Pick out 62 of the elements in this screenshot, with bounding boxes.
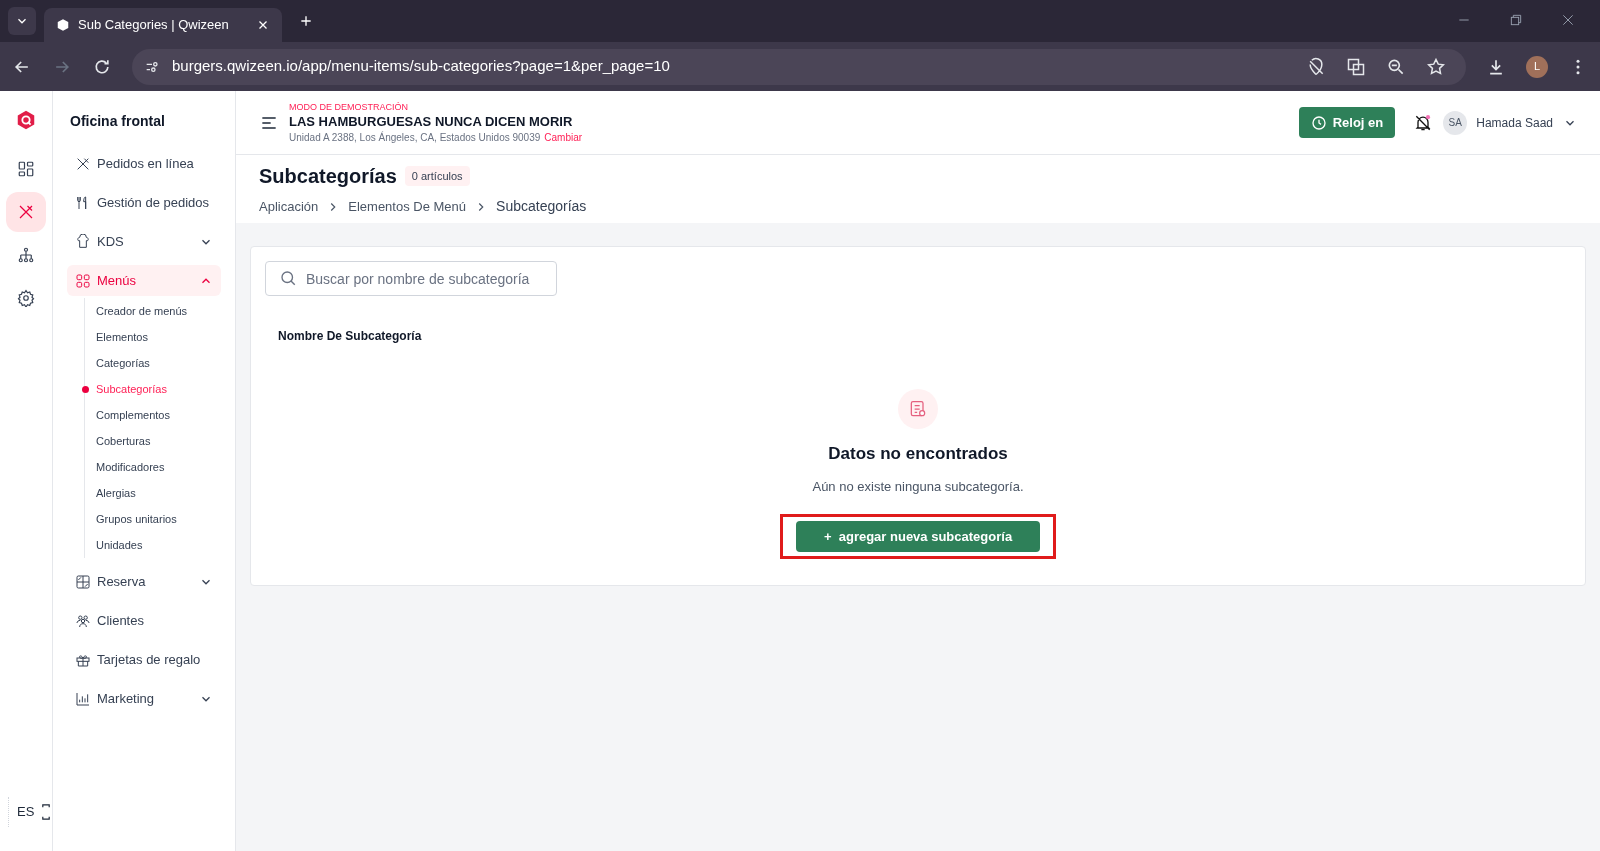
demo-mode-label: MODO DE DEMOSTRACIÓN xyxy=(289,100,409,113)
breadcrumb-link[interactable]: Elementos De Menú xyxy=(348,196,467,217)
sidebar-item[interactable]: Marketing xyxy=(67,683,221,714)
empty-state-message: Aún no existe ninguna subcategoría. xyxy=(812,477,1024,496)
breadcrumb-link[interactable]: Aplicación xyxy=(259,196,319,217)
submenu-item[interactable]: Coberturas xyxy=(96,432,151,450)
item-count-badge: 0 artículos xyxy=(404,165,470,187)
sidebar-item[interactable]: KDS xyxy=(67,226,221,257)
user-name[interactable]: Hamada Saad xyxy=(1476,113,1553,132)
sidebar-title: Oficina frontal xyxy=(69,112,166,131)
add-subcategory-button[interactable]: + agregar nueva subcategoría xyxy=(796,521,1040,552)
language-switcher[interactable]: ES xyxy=(8,797,53,827)
submenu-item[interactable]: Subcategorías xyxy=(96,380,167,398)
submenu-item[interactable]: Alergias xyxy=(96,484,136,502)
restaurant-name: LAS HAMBURGUESAS NUNCA DICEN MORIR xyxy=(289,112,574,131)
sidebar-item[interactable]: Tarjetas de regalo xyxy=(67,644,221,675)
search-icon xyxy=(279,269,297,287)
sidebar-item[interactable]: Menús xyxy=(67,265,221,296)
empty-state-title: Datos no encontrados xyxy=(828,443,1008,465)
empty-list-icon xyxy=(898,389,938,429)
clock-in-button[interactable]: Reloj en xyxy=(1298,107,1396,138)
submenu-item[interactable]: Modificadores xyxy=(96,458,165,476)
table-icon xyxy=(75,573,91,590)
tab-search-button[interactable] xyxy=(8,7,36,35)
submenu-item[interactable]: Grupos unitarios xyxy=(96,510,177,528)
restaurant-address: Unidad A 2388, Los Ángeles, CA, Estados Unidos 90039 xyxy=(289,130,541,145)
page-title: Subcategorías xyxy=(259,164,397,189)
column-header: Nombre De Subcategoría xyxy=(278,328,422,345)
submenu-item[interactable]: Elementos xyxy=(96,328,148,346)
user-avatar[interactable]: SA xyxy=(1443,110,1468,135)
sidebar-item[interactable]: Pedidos en línea xyxy=(67,148,221,179)
submenu-item[interactable]: Unidades xyxy=(96,536,143,554)
utensils-icon xyxy=(75,155,91,172)
submenu-item[interactable]: Creador de menús xyxy=(96,302,188,320)
change-link[interactable]: Cambiar xyxy=(544,130,583,145)
grid-icon xyxy=(75,272,91,289)
app-logo[interactable] xyxy=(15,109,37,131)
profile-avatar[interactable]: L xyxy=(1526,55,1548,78)
sidebar-item[interactable]: Gestión de pedidos xyxy=(67,187,221,218)
bar-chart-icon xyxy=(75,690,91,707)
submenu-item[interactable]: Categorías xyxy=(96,354,150,372)
utensils-icon xyxy=(17,203,35,221)
site-favicon xyxy=(56,18,70,32)
sidebar-item[interactable]: Reserva xyxy=(67,566,221,597)
settings-icon xyxy=(17,289,35,307)
translate-icon[interactable] xyxy=(1346,56,1366,77)
sitemap-icon xyxy=(17,246,35,264)
browser-tab[interactable]: Sub Categories | Qwizeen xyxy=(44,8,282,42)
chef-hat-icon xyxy=(75,233,91,250)
dashboard-icon xyxy=(17,160,35,178)
close-icon[interactable] xyxy=(1560,12,1576,28)
new-tab-icon[interactable] xyxy=(298,13,314,29)
users-icon xyxy=(75,612,91,629)
url-text: burgers.qwizeen.io/app/menu-items/sub-categories?page=1&per_page=10 xyxy=(172,56,670,77)
clock-icon xyxy=(1310,114,1327,131)
fullscreen-icon xyxy=(42,804,51,820)
sidebar-item[interactable]: Clientes xyxy=(67,605,221,636)
restore-icon[interactable] xyxy=(1508,12,1524,28)
search-field[interactable]: Buscar por nombre de subcategoría xyxy=(265,261,557,296)
address-bar[interactable]: burgers.qwizeen.io/app/menu-items/sub-categories?page=1&per_page=10 xyxy=(132,48,1466,85)
submenu-item[interactable]: Complementos xyxy=(96,406,170,424)
star-icon[interactable] xyxy=(1426,56,1446,77)
